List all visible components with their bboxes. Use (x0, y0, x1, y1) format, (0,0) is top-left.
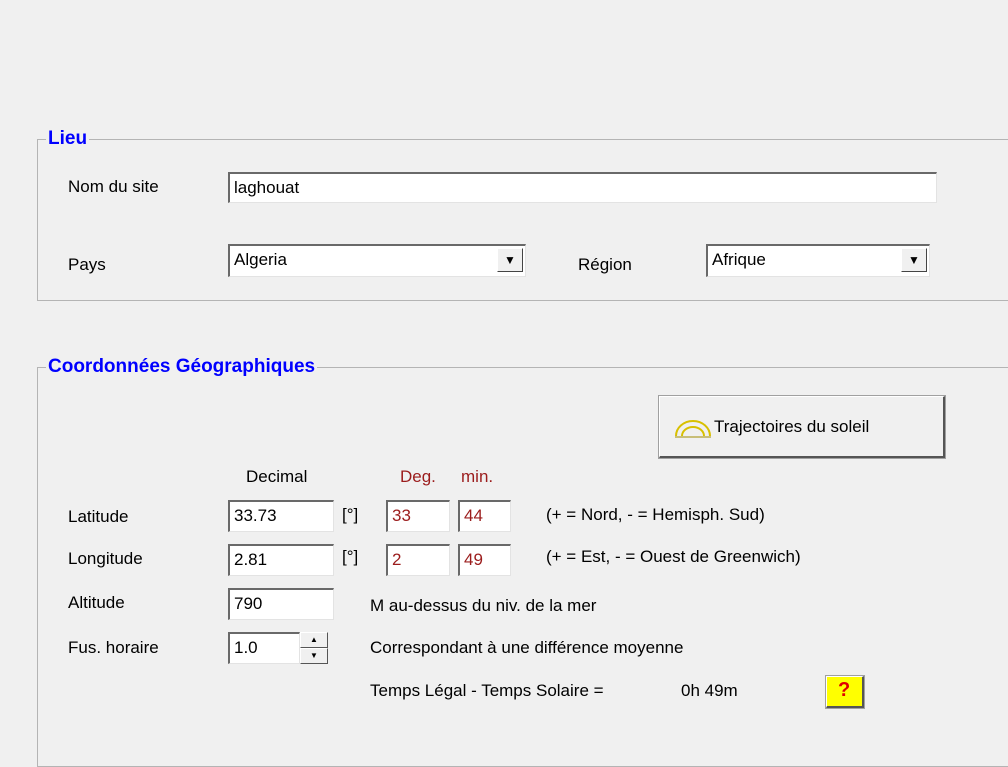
latitude-note: (+ = Nord, - = Hemisph. Sud) (546, 505, 765, 524)
latitude-label: Latitude (68, 507, 129, 526)
decimal-header: Decimal (246, 467, 308, 486)
pays-label: Pays (68, 255, 106, 274)
longitude-unit: [°] (342, 547, 359, 566)
region-select[interactable]: Afrique ▼ (706, 244, 930, 277)
min-header: min. (461, 467, 494, 486)
altitude-input[interactable]: 790 (228, 588, 334, 620)
latitude-deg-input[interactable]: 33 (386, 500, 450, 532)
longitude-note: (+ = Est, - = Ouest de Greenwich) (546, 547, 801, 566)
pays-value: Algeria (234, 250, 287, 269)
timezone-input[interactable]: 1.0 (228, 632, 300, 664)
region-value: Afrique (712, 250, 766, 269)
longitude-deg-input[interactable]: 2 (386, 544, 450, 576)
sun-button-label: Trajectoires du soleil (714, 417, 870, 436)
timezone-spin-up[interactable]: ▲ (300, 632, 328, 648)
fuseau-label: Fus. horaire (68, 638, 159, 657)
latitude-decimal-input[interactable]: 33.73 (228, 500, 334, 532)
pays-select[interactable]: Algeria ▼ (228, 244, 526, 277)
sun-path-icon (675, 420, 711, 438)
latitude-unit: [°] (342, 505, 359, 524)
lieu-title: Lieu (46, 127, 90, 151)
help-button[interactable]: ? (825, 675, 865, 709)
altitude-label: Altitude (68, 593, 125, 612)
temps-value: 0h 49m (681, 681, 738, 700)
altitude-note: M au-dessus du niv. de la mer (370, 596, 597, 615)
longitude-label: Longitude (68, 549, 143, 568)
nom-site-label: Nom du site (68, 177, 159, 196)
longitude-min-input[interactable]: 49 (458, 544, 511, 576)
sun-trajectories-button[interactable]: Trajectoires du soleil (658, 395, 946, 459)
temps-label: Temps Légal - Temps Solaire = (370, 681, 604, 700)
site-name-input[interactable]: laghouat (228, 172, 937, 203)
fuseau-note: Correspondant à une différence moyenne (370, 638, 684, 657)
longitude-decimal-input[interactable]: 2.81 (228, 544, 334, 576)
deg-header: Deg. (400, 467, 436, 486)
pays-dropdown-icon[interactable]: ▼ (497, 248, 523, 272)
region-dropdown-icon[interactable]: ▼ (901, 248, 927, 272)
help-icon: ? (838, 679, 851, 701)
latitude-min-input[interactable]: 44 (458, 500, 511, 532)
timezone-spin-down[interactable]: ▼ (300, 648, 328, 664)
coords-title: Coordonnées Géographiques (46, 355, 318, 379)
region-label: Région (578, 255, 632, 274)
